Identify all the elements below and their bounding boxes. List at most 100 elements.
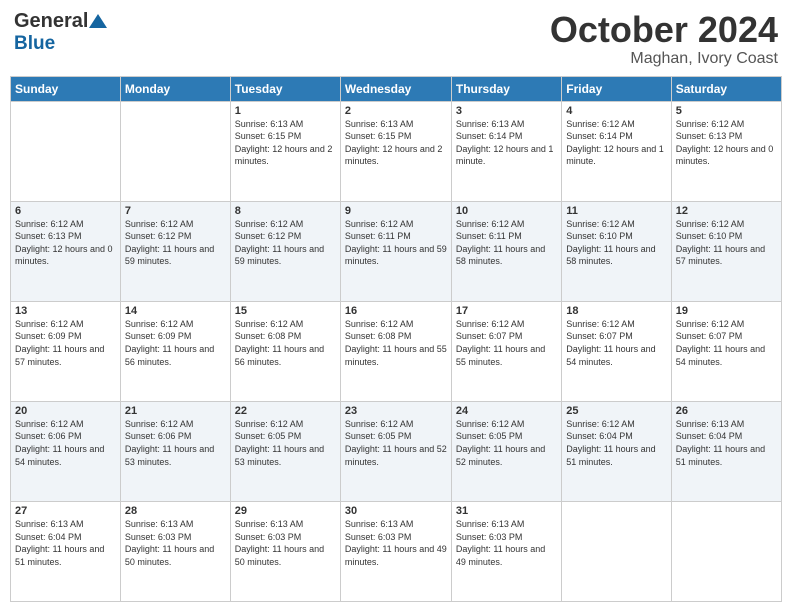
sunrise-text: Sunrise: 6:13 AM [456, 518, 557, 531]
calendar-cell: 20Sunrise: 6:12 AMSunset: 6:06 PMDayligh… [11, 401, 121, 501]
calendar-cell: 10Sunrise: 6:12 AMSunset: 6:11 PMDayligh… [451, 201, 561, 301]
sunrise-text: Sunrise: 6:13 AM [235, 518, 336, 531]
sunset-text: Sunset: 6:04 PM [676, 430, 777, 443]
daylight-text: Daylight: 11 hours and 58 minutes. [566, 243, 666, 268]
sunrise-text: Sunrise: 6:12 AM [15, 218, 116, 231]
daylight-text: Daylight: 11 hours and 54 minutes. [566, 343, 666, 368]
daylight-text: Daylight: 11 hours and 57 minutes. [15, 343, 116, 368]
day-number: 17 [456, 305, 557, 317]
calendar-cell: 8Sunrise: 6:12 AMSunset: 6:12 PMDaylight… [230, 201, 340, 301]
daylight-text: Daylight: 11 hours and 58 minutes. [456, 243, 557, 268]
sunrise-text: Sunrise: 6:13 AM [345, 518, 447, 531]
daylight-text: Daylight: 12 hours and 2 minutes. [345, 143, 447, 168]
day-number: 18 [566, 305, 666, 317]
logo-general-text: General [14, 10, 88, 33]
calendar-cell: 6Sunrise: 6:12 AMSunset: 6:13 PMDaylight… [11, 201, 121, 301]
day-info: Sunrise: 6:13 AMSunset: 6:03 PMDaylight:… [125, 518, 226, 568]
col-sunday: Sunday [11, 76, 121, 101]
day-info: Sunrise: 6:13 AMSunset: 6:15 PMDaylight:… [235, 118, 336, 168]
sunset-text: Sunset: 6:10 PM [566, 230, 666, 243]
day-number: 7 [125, 205, 226, 217]
sunset-text: Sunset: 6:04 PM [566, 430, 666, 443]
sunset-text: Sunset: 6:12 PM [235, 230, 336, 243]
sunrise-text: Sunrise: 6:12 AM [15, 418, 116, 431]
location-title: Maghan, Ivory Coast [550, 50, 778, 68]
day-number: 9 [345, 205, 447, 217]
sunset-text: Sunset: 6:06 PM [15, 430, 116, 443]
sunset-text: Sunset: 6:10 PM [676, 230, 777, 243]
sunrise-text: Sunrise: 6:12 AM [235, 218, 336, 231]
daylight-text: Daylight: 11 hours and 51 minutes. [566, 443, 666, 468]
sunset-text: Sunset: 6:11 PM [345, 230, 447, 243]
daylight-text: Daylight: 11 hours and 55 minutes. [345, 343, 447, 368]
calendar-cell: 7Sunrise: 6:12 AMSunset: 6:12 PMDaylight… [120, 201, 230, 301]
day-number: 11 [566, 205, 666, 217]
sunrise-text: Sunrise: 6:12 AM [566, 318, 666, 331]
calendar-cell: 4Sunrise: 6:12 AMSunset: 6:14 PMDaylight… [562, 101, 671, 201]
sunrise-text: Sunrise: 6:12 AM [15, 318, 116, 331]
day-number: 25 [566, 405, 666, 417]
sunrise-text: Sunrise: 6:13 AM [456, 118, 557, 131]
day-info: Sunrise: 6:13 AMSunset: 6:04 PMDaylight:… [676, 418, 777, 468]
day-info: Sunrise: 6:13 AMSunset: 6:03 PMDaylight:… [456, 518, 557, 568]
day-info: Sunrise: 6:12 AMSunset: 6:05 PMDaylight:… [235, 418, 336, 468]
day-number: 22 [235, 405, 336, 417]
calendar-header-row: Sunday Monday Tuesday Wednesday Thursday… [11, 76, 782, 101]
day-info: Sunrise: 6:12 AMSunset: 6:11 PMDaylight:… [456, 218, 557, 268]
day-number: 4 [566, 105, 666, 117]
calendar-cell: 27Sunrise: 6:13 AMSunset: 6:04 PMDayligh… [11, 501, 121, 601]
sunset-text: Sunset: 6:14 PM [456, 130, 557, 143]
logo-blue-text: Blue [14, 33, 55, 55]
col-wednesday: Wednesday [340, 76, 451, 101]
daylight-text: Daylight: 11 hours and 59 minutes. [235, 243, 336, 268]
day-info: Sunrise: 6:12 AMSunset: 6:05 PMDaylight:… [456, 418, 557, 468]
sunset-text: Sunset: 6:05 PM [456, 430, 557, 443]
day-info: Sunrise: 6:12 AMSunset: 6:09 PMDaylight:… [125, 318, 226, 368]
calendar-week-4: 27Sunrise: 6:13 AMSunset: 6:04 PMDayligh… [11, 501, 782, 601]
daylight-text: Daylight: 11 hours and 54 minutes. [676, 343, 777, 368]
calendar-cell [562, 501, 671, 601]
day-info: Sunrise: 6:12 AMSunset: 6:05 PMDaylight:… [345, 418, 447, 468]
calendar-cell: 3Sunrise: 6:13 AMSunset: 6:14 PMDaylight… [451, 101, 561, 201]
calendar-cell: 5Sunrise: 6:12 AMSunset: 6:13 PMDaylight… [671, 101, 781, 201]
sunrise-text: Sunrise: 6:12 AM [345, 418, 447, 431]
sunset-text: Sunset: 6:08 PM [345, 330, 447, 343]
daylight-text: Daylight: 11 hours and 51 minutes. [676, 443, 777, 468]
calendar-cell [11, 101, 121, 201]
daylight-text: Daylight: 11 hours and 49 minutes. [456, 543, 557, 568]
day-info: Sunrise: 6:12 AMSunset: 6:06 PMDaylight:… [15, 418, 116, 468]
sunset-text: Sunset: 6:12 PM [125, 230, 226, 243]
sunset-text: Sunset: 6:05 PM [345, 430, 447, 443]
sunrise-text: Sunrise: 6:13 AM [125, 518, 226, 531]
day-number: 2 [345, 105, 447, 117]
col-friday: Friday [562, 76, 671, 101]
day-info: Sunrise: 6:12 AMSunset: 6:07 PMDaylight:… [456, 318, 557, 368]
calendar-cell: 14Sunrise: 6:12 AMSunset: 6:09 PMDayligh… [120, 301, 230, 401]
day-info: Sunrise: 6:12 AMSunset: 6:12 PMDaylight:… [235, 218, 336, 268]
sunset-text: Sunset: 6:05 PM [235, 430, 336, 443]
daylight-text: Daylight: 12 hours and 1 minute. [456, 143, 557, 168]
calendar-week-2: 13Sunrise: 6:12 AMSunset: 6:09 PMDayligh… [11, 301, 782, 401]
sunrise-text: Sunrise: 6:12 AM [676, 218, 777, 231]
daylight-text: Daylight: 11 hours and 54 minutes. [15, 443, 116, 468]
sunset-text: Sunset: 6:11 PM [456, 230, 557, 243]
day-info: Sunrise: 6:13 AMSunset: 6:15 PMDaylight:… [345, 118, 447, 168]
sunrise-text: Sunrise: 6:12 AM [235, 418, 336, 431]
sunset-text: Sunset: 6:06 PM [125, 430, 226, 443]
sunset-text: Sunset: 6:04 PM [15, 531, 116, 544]
day-number: 14 [125, 305, 226, 317]
calendar-table: Sunday Monday Tuesday Wednesday Thursday… [10, 76, 782, 602]
sunrise-text: Sunrise: 6:12 AM [235, 318, 336, 331]
sunrise-text: Sunrise: 6:12 AM [125, 218, 226, 231]
calendar-cell: 17Sunrise: 6:12 AMSunset: 6:07 PMDayligh… [451, 301, 561, 401]
day-info: Sunrise: 6:12 AMSunset: 6:13 PMDaylight:… [676, 118, 777, 168]
day-number: 1 [235, 105, 336, 117]
calendar-cell: 13Sunrise: 6:12 AMSunset: 6:09 PMDayligh… [11, 301, 121, 401]
col-saturday: Saturday [671, 76, 781, 101]
daylight-text: Daylight: 11 hours and 59 minutes. [345, 243, 447, 268]
day-info: Sunrise: 6:12 AMSunset: 6:07 PMDaylight:… [566, 318, 666, 368]
calendar-cell: 2Sunrise: 6:13 AMSunset: 6:15 PMDaylight… [340, 101, 451, 201]
day-number: 10 [456, 205, 557, 217]
col-monday: Monday [120, 76, 230, 101]
day-number: 3 [456, 105, 557, 117]
